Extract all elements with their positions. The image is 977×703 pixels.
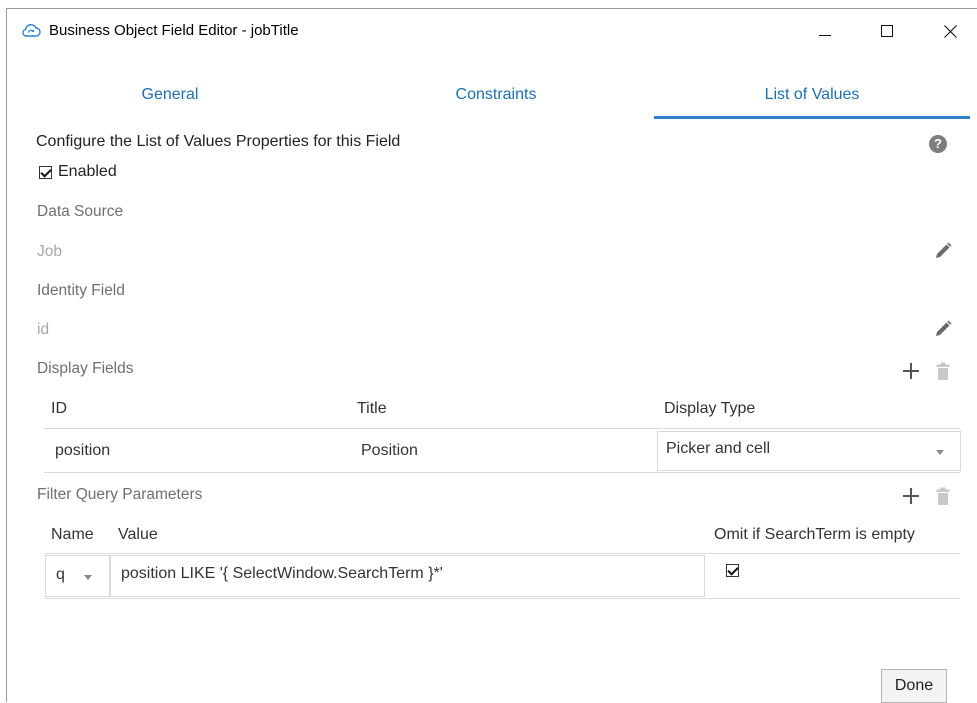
- filter-name-value: q: [56, 566, 65, 583]
- done-button[interactable]: Done: [881, 669, 947, 703]
- field-editor-dialog: Business Object Field Editor - jobTitle …: [6, 8, 977, 703]
- display-fields-col-display-type: Display Type: [664, 400, 756, 417]
- add-filter-parameter-icon[interactable]: [901, 486, 921, 506]
- identity-field-value: id: [37, 321, 50, 338]
- identity-field-label: Identity Field: [37, 282, 125, 299]
- delete-display-field-icon[interactable]: [933, 361, 953, 381]
- divider: [44, 598, 960, 599]
- filter-name-select[interactable]: q: [45, 555, 110, 597]
- enabled-label: Enabled: [58, 163, 117, 180]
- filter-query-label: Filter Query Parameters: [37, 486, 203, 503]
- section-heading: Configure the List of Values Properties …: [36, 133, 401, 150]
- edit-data-source-icon[interactable]: [933, 241, 953, 261]
- edit-identity-field-icon[interactable]: [933, 319, 953, 339]
- display-type-value: Picker and cell: [666, 440, 771, 457]
- omit-if-empty-checkbox[interactable]: [726, 564, 739, 577]
- enabled-checkbox[interactable]: [39, 165, 52, 179]
- tab-list-of-values[interactable]: List of Values: [654, 73, 970, 119]
- filter-value-text: position LIKE '{ SelectWindow.SearchTerm…: [121, 565, 443, 582]
- tab-constraints[interactable]: Constraints: [333, 73, 659, 117]
- display-type-select[interactable]: Picker and cell: [657, 431, 961, 471]
- filter-col-omit: Omit if SearchTerm is empty: [714, 526, 915, 543]
- minimize-button[interactable]: [802, 15, 848, 47]
- title-bar: Business Object Field Editor - jobTitle: [7, 9, 977, 53]
- cloud-refresh-icon: [21, 21, 41, 41]
- filter-col-name: Name: [51, 526, 94, 543]
- maximize-button[interactable]: [864, 15, 910, 47]
- add-display-field-icon[interactable]: [901, 361, 921, 381]
- display-field-title[interactable]: Position: [361, 442, 418, 460]
- divider: [44, 472, 960, 473]
- filter-col-value: Value: [118, 526, 158, 543]
- display-fields-label: Display Fields: [37, 360, 134, 377]
- divider: [44, 428, 960, 429]
- data-source-value: Job: [37, 243, 62, 260]
- data-source-label: Data Source: [37, 203, 124, 220]
- delete-filter-parameter-icon[interactable]: [933, 486, 953, 506]
- close-button[interactable]: [927, 15, 973, 47]
- display-field-id[interactable]: position: [55, 442, 110, 460]
- display-fields-col-id: ID: [51, 400, 67, 417]
- chevron-down-icon: [936, 450, 944, 455]
- tab-general[interactable]: General: [7, 73, 333, 117]
- chevron-down-icon: [84, 575, 92, 580]
- tab-bar: General Constraints List of Values: [7, 73, 977, 119]
- filter-value-input[interactable]: position LIKE '{ SelectWindow.SearchTerm…: [110, 555, 705, 597]
- enabled-row: Enabled: [39, 163, 117, 181]
- help-icon[interactable]: ?: [929, 135, 947, 153]
- window-title: Business Object Field Editor - jobTitle: [49, 22, 299, 39]
- display-fields-col-title: Title: [357, 400, 387, 417]
- divider: [44, 553, 960, 554]
